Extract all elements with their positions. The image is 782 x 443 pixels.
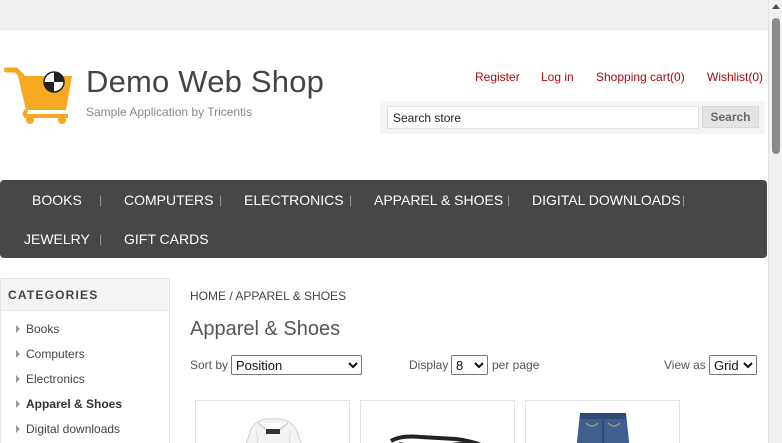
scrollbar-thumb[interactable] <box>772 18 780 154</box>
arrow-right-icon <box>16 375 20 383</box>
category-apparel-shoes[interactable]: Apparel & Shoes <box>16 397 122 411</box>
category-electronics[interactable]: Electronics <box>16 372 85 386</box>
shop-title[interactable]: Demo Web Shop <box>86 64 324 100</box>
menu-item-gift-cards[interactable]: GIFT CARDS <box>124 231 209 247</box>
shopping-cart-link[interactable]: Shopping cart(0) <box>596 70 685 84</box>
menu-separator: | <box>99 232 103 246</box>
shop-subtitle: Sample Application by Tricentis <box>86 105 253 119</box>
view-mode-select[interactable]: Grid <box>709 355 757 375</box>
breadcrumb-home-link[interactable]: HOME <box>190 289 226 303</box>
top-strip <box>0 0 768 30</box>
menu-separator: | <box>349 193 353 207</box>
menu-item-computers[interactable]: COMPUTERS <box>124 192 213 208</box>
black-sunglasses-image[interactable] <box>361 401 515 443</box>
menu-item-digital-downloads[interactable]: DIGITAL DOWNLOADS <box>532 192 681 208</box>
browser-viewport: Demo Web Shop Sample Application by Tric… <box>0 0 782 443</box>
search-button[interactable]: Search <box>702 106 759 128</box>
menu-separator: | <box>507 193 511 207</box>
arrow-right-icon <box>16 325 20 333</box>
sort-by-label: Sort by <box>190 358 229 372</box>
category-digital-downloads[interactable]: Digital downloads <box>16 422 120 436</box>
search-input[interactable] <box>387 106 699 129</box>
menu-separator: | <box>99 193 103 207</box>
breadcrumb-separator: / <box>229 289 233 303</box>
category-computers[interactable]: Computers <box>16 347 85 361</box>
product-card-sunglasses[interactable] <box>360 400 515 443</box>
vertical-scrollbar[interactable] <box>768 0 782 443</box>
login-link[interactable]: Log in <box>541 70 574 84</box>
menu-item-electronics[interactable]: ELECTRONICS <box>244 192 344 208</box>
per-page-label: per page <box>492 358 540 372</box>
arrow-right-icon <box>16 400 20 408</box>
menu-separator: | <box>219 193 223 207</box>
category-label[interactable]: Computers <box>26 347 85 361</box>
category-label[interactable]: Electronics <box>26 372 85 386</box>
menu-item-books[interactable]: BOOKS <box>32 192 82 208</box>
product-card-shirt[interactable] <box>195 400 350 443</box>
display-label: Display <box>409 358 449 372</box>
shopping-cart-logo-icon[interactable] <box>4 66 76 124</box>
arrow-right-icon <box>16 425 20 433</box>
white-shirt-image[interactable] <box>196 401 350 443</box>
page-title: Apparel & Shoes <box>190 318 341 340</box>
register-link[interactable]: Register <box>475 70 520 84</box>
category-label[interactable]: Digital downloads <box>26 422 120 436</box>
page-size-select[interactable]: 8 <box>451 355 488 375</box>
view-as-label: View as <box>664 358 706 372</box>
breadcrumb-current: APPAREL & SHOES <box>235 289 347 303</box>
product-card-jeans[interactable] <box>525 400 680 443</box>
arrow-right-icon <box>16 350 20 358</box>
wishlist-link[interactable]: Wishlist(0) <box>707 70 763 84</box>
category-books[interactable]: Books <box>16 322 59 336</box>
blue-jeans-image[interactable] <box>526 401 680 443</box>
categories-title: CATEGORIES <box>8 288 99 302</box>
breadcrumb: HOME / APPAREL & SHOES <box>190 289 346 303</box>
category-label[interactable]: Books <box>26 322 59 336</box>
sort-by-select[interactable]: Position <box>231 355 362 375</box>
menu-separator: | <box>682 193 686 207</box>
category-label[interactable]: Apparel & Shoes <box>26 397 122 411</box>
menu-item-apparel-shoes[interactable]: APPAREL & SHOES <box>374 192 503 208</box>
scroll-up-arrow-icon[interactable] <box>772 4 780 9</box>
menu-item-jewelry[interactable]: JEWELRY <box>24 231 90 247</box>
